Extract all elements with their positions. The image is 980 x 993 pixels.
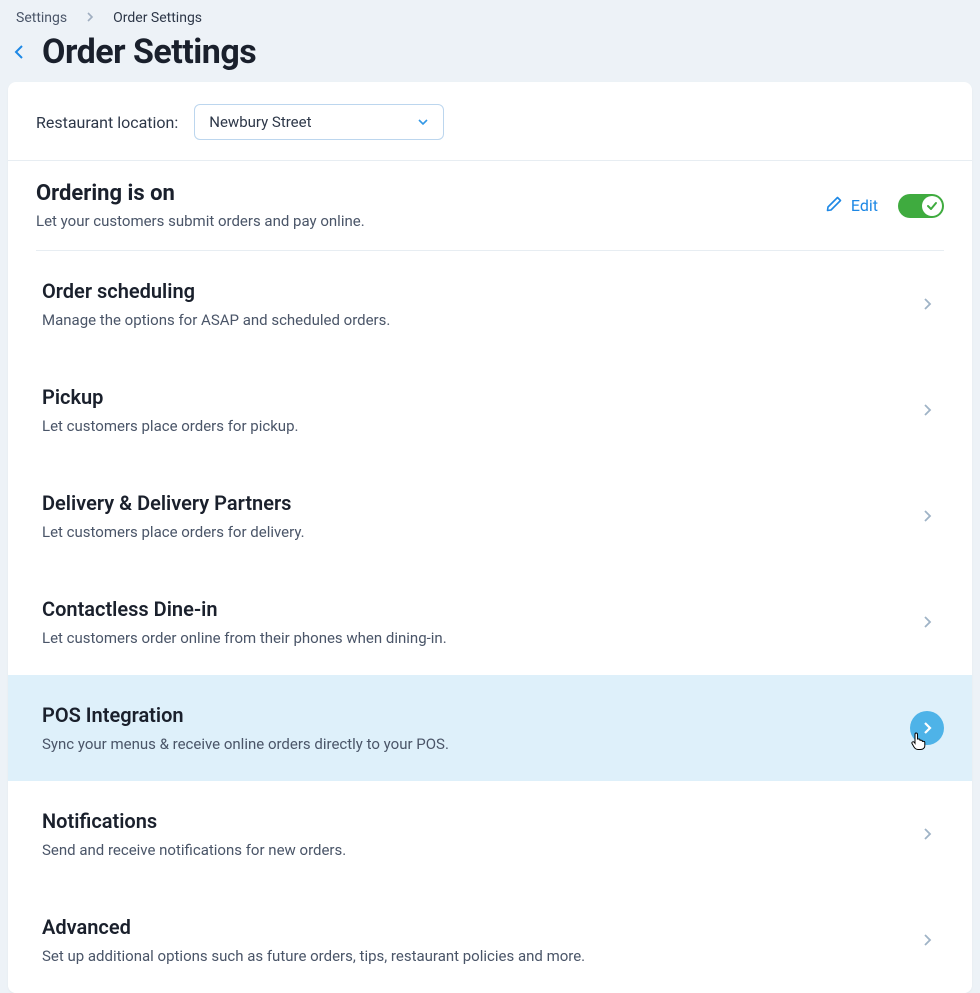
chevron-right-icon <box>910 605 944 639</box>
chevron-right-icon <box>910 499 944 533</box>
chevron-right-icon <box>910 711 944 745</box>
chevron-right-icon <box>910 287 944 321</box>
row-subtitle: Set up additional options such as future… <box>42 947 585 965</box>
row-title: Notifications <box>42 809 346 833</box>
breadcrumb-root[interactable]: Settings <box>16 10 67 26</box>
row-subtitle: Let customers place orders for delivery. <box>42 523 305 541</box>
chevron-right-icon <box>910 393 944 427</box>
settings-card: Restaurant location: Newbury Street Orde… <box>8 82 972 993</box>
chevron-right-icon <box>910 817 944 851</box>
ordering-status-row: Ordering is on Let your customers submit… <box>8 161 972 250</box>
row-subtitle: Manage the options for ASAP and schedule… <box>42 311 390 329</box>
back-button[interactable] <box>12 44 28 60</box>
location-select[interactable]: Newbury Street <box>194 104 444 140</box>
row-title: Advanced <box>42 915 585 939</box>
row-pos-integration[interactable]: POS Integration Sync your menus & receiv… <box>8 675 972 781</box>
row-subtitle: Let customers order online from their ph… <box>42 629 447 647</box>
breadcrumb-current: Order Settings <box>113 10 202 26</box>
row-order-scheduling[interactable]: Order scheduling Manage the options for … <box>8 251 972 357</box>
ordering-title: Ordering is on <box>36 181 365 206</box>
ordering-toggle[interactable] <box>898 194 944 218</box>
row-contactless-dinein[interactable]: Contactless Dine-in Let customers order … <box>8 569 972 675</box>
row-subtitle: Sync your menus & receive online orders … <box>42 735 449 753</box>
row-title: Pickup <box>42 385 298 409</box>
chevron-right-icon <box>910 923 944 957</box>
ordering-subtitle: Let your customers submit orders and pay… <box>36 212 365 230</box>
row-title: POS Integration <box>42 703 449 727</box>
row-pickup[interactable]: Pickup Let customers place orders for pi… <box>8 357 972 463</box>
row-title: Contactless Dine-in <box>42 597 447 621</box>
row-advanced[interactable]: Advanced Set up additional options such … <box>8 887 972 993</box>
edit-button[interactable]: Edit <box>825 195 878 217</box>
row-notifications[interactable]: Notifications Send and receive notificat… <box>8 781 972 887</box>
page-title: Order Settings <box>42 32 256 72</box>
location-label: Restaurant location: <box>36 113 178 132</box>
title-row: Order Settings <box>0 32 980 82</box>
edit-label: Edit <box>851 196 878 215</box>
row-subtitle: Let customers place orders for pickup. <box>42 417 298 435</box>
chevron-down-icon <box>417 116 429 128</box>
pencil-icon <box>825 195 843 217</box>
row-delivery[interactable]: Delivery & Delivery Partners Let custome… <box>8 463 972 569</box>
row-title: Delivery & Delivery Partners <box>42 491 305 515</box>
toggle-knob <box>922 196 942 216</box>
chevron-right-icon <box>85 10 95 26</box>
row-subtitle: Send and receive notifications for new o… <box>42 841 346 859</box>
row-title: Order scheduling <box>42 279 390 303</box>
breadcrumb: Settings Order Settings <box>0 0 980 32</box>
location-selected-value: Newbury Street <box>209 113 311 131</box>
location-row: Restaurant location: Newbury Street <box>8 82 972 160</box>
